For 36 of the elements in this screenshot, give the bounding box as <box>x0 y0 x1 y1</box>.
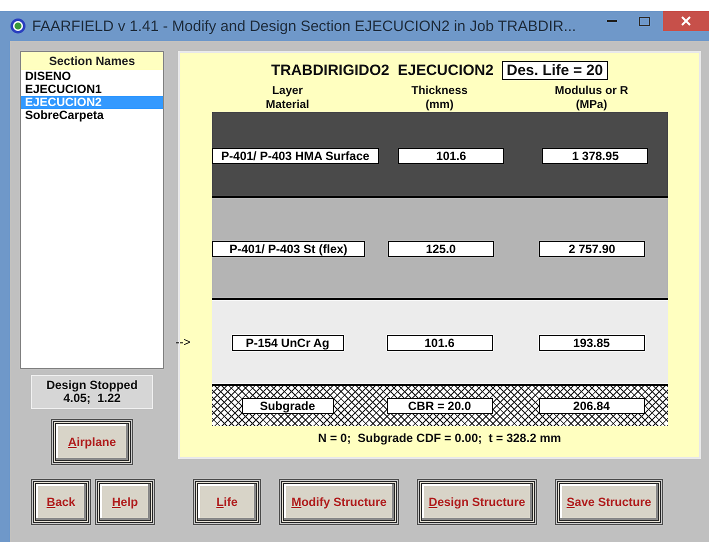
design-structure-button[interactable]: Design Structure <box>419 481 535 523</box>
modulus-field[interactable]: 206.84 <box>538 398 644 414</box>
thickness-field[interactable]: 101.6 <box>386 335 492 351</box>
window-title: FAARFIELD v 1.41 - Modify and Design Section EJECUCION2 in Job TRABDIR... <box>32 18 578 34</box>
close-icon <box>681 16 691 26</box>
column-header: Thickness (mm) <box>410 84 469 112</box>
design-summary: N = 0; Subgrade CDF = 0.00; t = 328.2 mm <box>318 431 562 445</box>
section-item[interactable]: EJECUCION1 <box>21 83 163 96</box>
close-button[interactable] <box>663 11 709 31</box>
list-header: Section Names <box>21 52 163 70</box>
column-header: Layer Material <box>264 84 310 112</box>
modulus-field[interactable]: 193.85 <box>538 335 644 351</box>
back-button[interactable]: Back <box>33 481 89 523</box>
column-header: Modulus or R (MPa) <box>554 84 630 112</box>
thickness-field[interactable]: 125.0 <box>388 241 494 257</box>
life-button[interactable]: Life <box>195 481 259 523</box>
modulus-field[interactable]: 2 757.90 <box>538 241 645 257</box>
save-structure-button[interactable]: Save Structure <box>557 481 661 523</box>
material-field[interactable]: P-154 UnCr Ag <box>232 335 344 351</box>
modulus-field[interactable]: 1 378.95 <box>542 148 648 164</box>
section-item[interactable]: DISENO <box>21 70 163 83</box>
material-field[interactable]: P-401/ P-403 St (flex) <box>212 241 366 257</box>
job-section-title: TRABDIRIGIDO2 EJECUCION2 <box>271 62 494 79</box>
maximize-icon[interactable] <box>638 16 650 26</box>
section-item[interactable]: SobreCarpeta <box>21 109 163 122</box>
thickness-field[interactable]: CBR = 20.0 <box>386 398 492 414</box>
material-field[interactable]: Subgrade <box>242 398 334 414</box>
thickness-field[interactable]: 101.6 <box>398 148 504 164</box>
current-layer-pointer: --> <box>176 335 190 349</box>
help-button[interactable]: Help <box>97 481 153 523</box>
material-field[interactable]: P-401/ P-403 HMA Surface <box>212 148 380 164</box>
design-status: Design Stopped 4.05; 1.22 <box>31 375 153 409</box>
airplane-button[interactable]: Airplane <box>53 421 131 463</box>
app-icon <box>10 18 26 34</box>
modify-structure-button[interactable]: Modify Structure <box>281 481 397 523</box>
design-life-label: Des. Life = 20 <box>502 61 608 80</box>
